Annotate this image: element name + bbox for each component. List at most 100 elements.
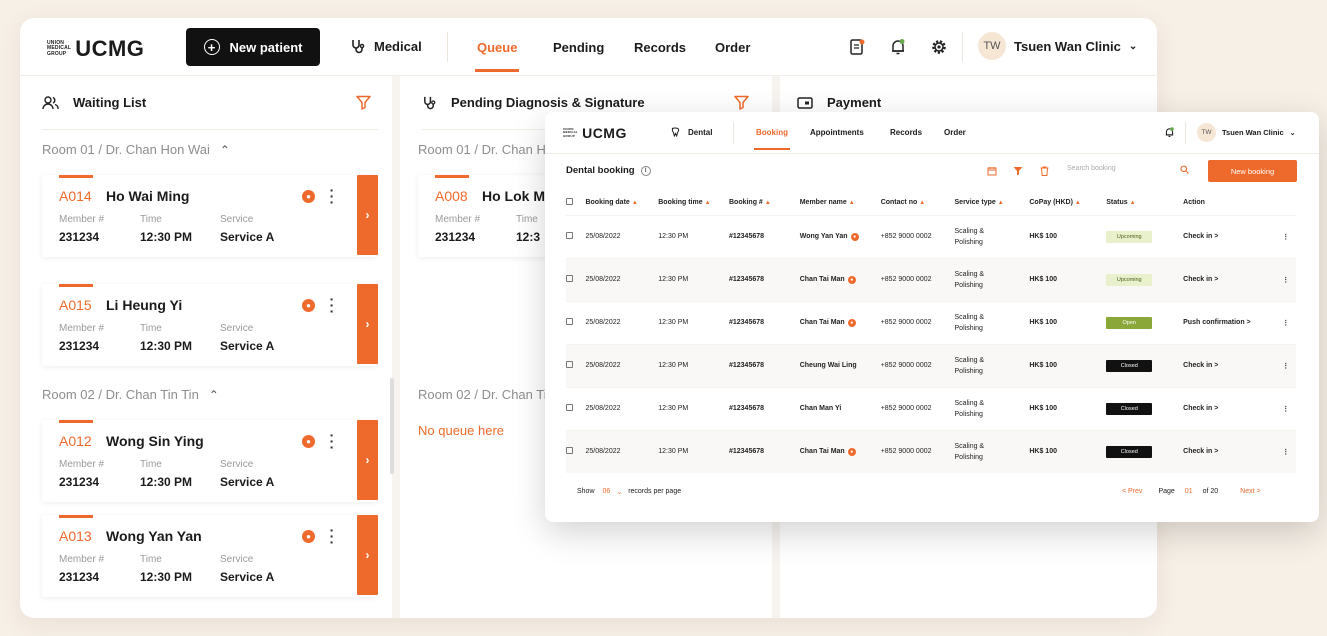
- page-size-select[interactable]: 06: [603, 488, 611, 496]
- member-label: Member #: [59, 323, 105, 334]
- member-name: Chan Tai Man: [799, 448, 845, 456]
- member-label: Member #: [59, 459, 105, 470]
- section-switch-medical[interactable]: Medical: [350, 38, 422, 54]
- more-options-icon[interactable]: ⋮: [1275, 430, 1296, 473]
- table-row[interactable]: 25/08/2022 12:30 PM #12345678 Chan Tai Man ●…: [566, 301, 1296, 344]
- room-header[interactable]: Room 02 / Dr. Chan Tin Tin ⌃: [42, 387, 219, 402]
- more-options-icon[interactable]: ⋮: [1275, 387, 1296, 430]
- more-options-icon[interactable]: ⋮: [1275, 258, 1296, 301]
- status-cell: Upcoming: [1106, 215, 1184, 258]
- filter-icon[interactable]: [356, 95, 371, 110]
- more-options-icon[interactable]: · · ·: [329, 428, 335, 454]
- column-header[interactable]: Service type ▲: [955, 191, 1030, 215]
- clinic-switcher[interactable]: TW Tsuen Wan Clinic ⌄: [1197, 123, 1296, 142]
- booking-number-link[interactable]: #12345678: [728, 301, 800, 344]
- tab-appointments[interactable]: Appointments: [810, 128, 864, 137]
- patient-card[interactable]: A014 Ho Wai Ming ● · · · Member # Time Ser…: [42, 175, 378, 257]
- member-badge-icon: ●: [302, 299, 315, 312]
- new-booking-button[interactable]: New booking: [1208, 160, 1297, 182]
- table-row[interactable]: 25/08/2022 12:30 PM #12345678 Chan Man Yi +8…: [566, 387, 1296, 430]
- search-input[interactable]: Search booking: [1067, 165, 1187, 172]
- ucmg-logo[interactable]: UNION MEDICAL GROUP UCMG: [563, 125, 627, 141]
- status-cell: Open: [1106, 301, 1184, 344]
- tab-order[interactable]: Order: [944, 128, 966, 137]
- column-header[interactable]: CoPay (HKD) ▲: [1029, 191, 1106, 215]
- calendar-icon[interactable]: [987, 166, 997, 176]
- booking-number-link[interactable]: #12345678: [728, 387, 800, 430]
- booking-number-link[interactable]: #12345678: [728, 344, 800, 387]
- row-checkbox[interactable]: [566, 258, 586, 301]
- row-checkbox[interactable]: [566, 344, 586, 387]
- page-select[interactable]: 01: [1185, 488, 1193, 495]
- row-action-link[interactable]: Check in >: [1183, 387, 1276, 430]
- patient-card[interactable]: A015 Li Heung Yi ● · · · Member # Time Ser…: [42, 284, 378, 366]
- row-action-link[interactable]: Check in >: [1183, 258, 1276, 301]
- scrollbar[interactable]: [390, 378, 394, 474]
- room-header[interactable]: Room 02 / Dr. Chan Tir: [418, 387, 551, 402]
- open-patient-button[interactable]: ›: [357, 515, 378, 595]
- row-checkbox[interactable]: [566, 301, 586, 344]
- row-action-link[interactable]: Check in >: [1183, 344, 1276, 387]
- column-header[interactable]: Booking date ▲: [585, 191, 658, 215]
- tab-pending[interactable]: Pending: [553, 40, 604, 55]
- room-header[interactable]: Room 01 / Dr. Chan Hon Wai ⌃: [42, 142, 230, 157]
- booking-number-link[interactable]: #12345678: [728, 430, 800, 473]
- booking-number-link[interactable]: #12345678: [728, 215, 800, 258]
- more-options-icon[interactable]: · · ·: [329, 292, 335, 318]
- table-row[interactable]: 25/08/2022 12:30 PM #12345678 Wong Yan Yan ●…: [566, 215, 1296, 258]
- column-header[interactable]: Status ▲: [1106, 191, 1183, 215]
- info-icon[interactable]: i: [640, 165, 651, 176]
- more-options-icon[interactable]: · · ·: [329, 523, 335, 549]
- column-header[interactable]: Booking time ▲: [658, 191, 729, 215]
- row-action-link[interactable]: Check in >: [1183, 215, 1276, 258]
- tab-booking[interactable]: Booking: [754, 128, 790, 150]
- tab-records[interactable]: Records: [634, 40, 686, 55]
- open-patient-button[interactable]: ›: [357, 284, 378, 364]
- search-icon[interactable]: [1180, 165, 1189, 174]
- member-badge-icon: ●: [847, 447, 856, 456]
- tab-order[interactable]: Order: [715, 40, 750, 55]
- tab-records[interactable]: Records: [890, 128, 922, 137]
- document-alert-icon[interactable]: [848, 38, 866, 56]
- tab-queue[interactable]: Queue: [474, 40, 520, 72]
- table-row[interactable]: 25/08/2022 12:30 PM #12345678 Chan Tai Man ●…: [566, 258, 1296, 301]
- booking-time: 12:30 PM: [658, 215, 729, 258]
- patient-card[interactable]: A013 Wong Yan Yan ● · · · Member # Time Se…: [42, 515, 378, 597]
- notification-bell-icon[interactable]: [889, 38, 907, 56]
- patient-name: Ho Wai Ming: [106, 188, 190, 204]
- new-patient-button[interactable]: + New patient: [186, 28, 320, 66]
- column-header[interactable]: Booking # ▲: [729, 191, 800, 215]
- prev-page-button[interactable]: < Prev: [1122, 488, 1142, 495]
- column-header[interactable]: Contact no ▲: [881, 191, 955, 215]
- column-header[interactable]: Member name ▲: [800, 191, 881, 215]
- contact-number: +852 9000 0002: [880, 301, 955, 344]
- booking-number-link[interactable]: #12345678: [728, 258, 800, 301]
- next-page-button[interactable]: Next >: [1240, 488, 1260, 495]
- trash-icon[interactable]: [1040, 166, 1049, 176]
- filter-icon[interactable]: [734, 95, 749, 110]
- member-badge-icon: ●: [302, 435, 315, 448]
- notification-bell-icon[interactable]: [1164, 127, 1175, 138]
- clinic-switcher[interactable]: TW Tsuen Wan Clinic ⌄: [978, 32, 1137, 60]
- more-options-icon[interactable]: ⋮: [1275, 344, 1296, 387]
- open-patient-button[interactable]: ›: [357, 175, 378, 255]
- row-action-link[interactable]: Push confirmation >: [1183, 301, 1276, 344]
- open-patient-button[interactable]: ›: [357, 420, 378, 500]
- patient-card[interactable]: A012 Wong Sin Ying ● · · · Member # Time S…: [42, 420, 378, 502]
- table-row[interactable]: 25/08/2022 12:30 PM #12345678 Chan Tai Man ●…: [566, 430, 1296, 473]
- gear-icon[interactable]: [930, 38, 948, 56]
- ucmg-logo[interactable]: UNION MEDICAL GROUP UCMG: [47, 36, 144, 62]
- more-options-icon[interactable]: ⋮: [1275, 215, 1296, 258]
- table-row[interactable]: 25/08/2022 12:30 PM #12345678 Cheung Wai Li…: [566, 344, 1296, 387]
- room-header[interactable]: Room 01 / Dr. Chan Ho: [418, 142, 553, 157]
- status-cell: Closed: [1106, 387, 1184, 430]
- section-switch-dental[interactable]: Dental: [670, 127, 712, 137]
- row-checkbox[interactable]: [566, 215, 586, 258]
- more-options-icon[interactable]: ⋮: [1275, 301, 1296, 344]
- row-checkbox[interactable]: [566, 387, 586, 430]
- row-checkbox[interactable]: [566, 430, 586, 473]
- more-options-icon[interactable]: · · ·: [329, 183, 335, 209]
- filter-icon[interactable]: [1013, 166, 1023, 176]
- row-action-link[interactable]: Check in >: [1183, 430, 1276, 473]
- select-all-checkbox[interactable]: [566, 191, 585, 215]
